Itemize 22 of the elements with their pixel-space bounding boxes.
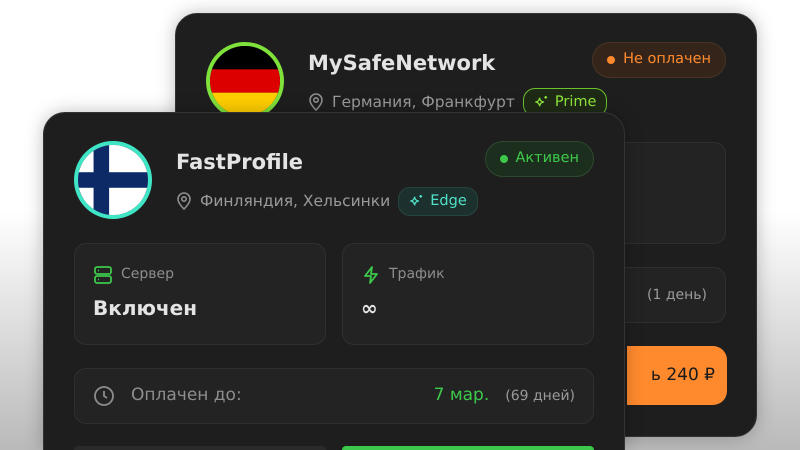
paid-date: 7 мар. (434, 384, 490, 408)
days-left: (1 день) (647, 286, 707, 304)
profile-title: FastProfile (176, 149, 304, 176)
days-left: (69 дней) (505, 386, 575, 406)
primary-button[interactable] (342, 446, 594, 450)
stat-value: Включен (93, 295, 198, 322)
location-pin-icon (176, 192, 192, 210)
plan-tag: Edge (398, 186, 478, 216)
location-text: Финляндия, Хельсинки (200, 190, 390, 212)
status-badge: Не оплачен (592, 42, 726, 78)
pay-button[interactable]: ь 240 ₽ (627, 346, 727, 405)
location-pin-icon (308, 93, 324, 112)
lightning-icon (361, 264, 381, 284)
profile-title: MySafeNetwork (308, 50, 496, 77)
paid-until-label: Оплачен до: (131, 384, 243, 408)
location-text: Германия, Франкфурт (332, 92, 515, 113)
stat-label: Трафик (389, 265, 445, 284)
stat-label: Сервер (121, 265, 174, 284)
status-badge: Активен (484, 141, 594, 177)
clock-icon (93, 385, 115, 407)
stat-value: ∞ (361, 295, 379, 322)
server-icon (93, 264, 113, 284)
